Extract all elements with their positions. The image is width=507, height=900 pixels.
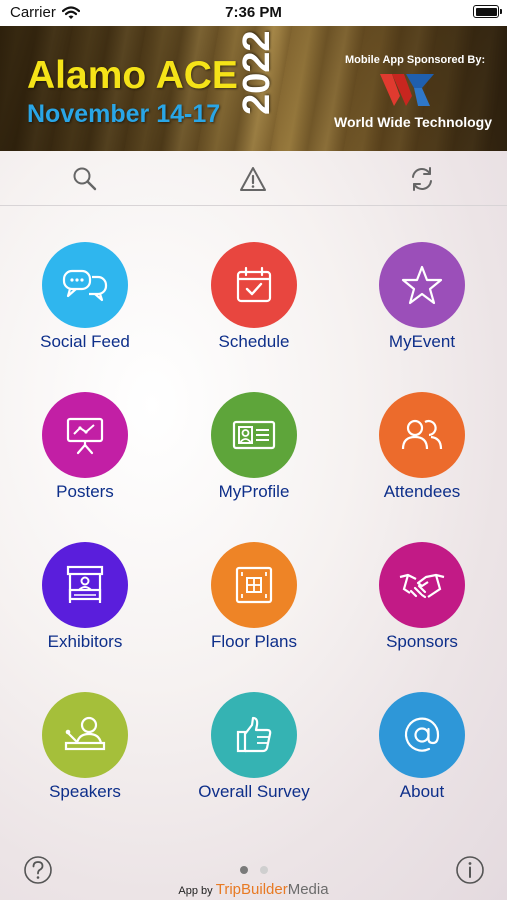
- menu-item-label: Sponsors: [386, 632, 458, 651]
- menu-item-label: Speakers: [49, 782, 121, 801]
- myprofile-circle[interactable]: [211, 392, 297, 478]
- thumbs-up-icon: [236, 716, 272, 753]
- menu-item-label: About: [399, 782, 445, 801]
- sponsors-circle[interactable]: [379, 542, 465, 628]
- menu-item-about[interactable]: About: [342, 692, 502, 812]
- menu-item-label: MyEvent: [388, 332, 456, 351]
- exhibit-booth-icon: [66, 565, 104, 603]
- speaker-podium-icon: [64, 716, 106, 751]
- menu-item-attendees[interactable]: Attendees: [342, 392, 502, 512]
- app-credit[interactable]: App by TripBuilderMedia: [0, 881, 507, 898]
- wwt-logo-icon: [380, 74, 434, 106]
- menu-item-label: Overall Survey: [198, 782, 310, 801]
- exhibitors-circle[interactable]: [42, 542, 128, 628]
- calendar-check-icon: [236, 266, 272, 303]
- at-sign-icon: [404, 717, 440, 752]
- toolbar: [0, 151, 507, 206]
- banner-year: 2022: [236, 30, 278, 115]
- chat-bubbles-icon: [62, 269, 108, 302]
- floor-plan-icon: [235, 566, 273, 604]
- menu-item-speakers[interactable]: Speakers: [5, 692, 165, 812]
- menu-item-myprofile[interactable]: MyProfile: [174, 392, 334, 512]
- menu-item-label: Attendees: [383, 482, 461, 501]
- sponsor-caption: Mobile App Sponsored By:: [345, 54, 486, 66]
- menu-item-floor-plans[interactable]: Floor Plans: [174, 542, 334, 662]
- menu-item-label: Schedule: [218, 332, 290, 351]
- menu-item-label: Exhibitors: [47, 632, 123, 651]
- menu-item-label: Social Feed: [40, 332, 130, 351]
- speakers-circle[interactable]: [42, 692, 128, 778]
- handshake-icon: [399, 573, 445, 599]
- star-icon: [401, 265, 443, 305]
- presentation-board-icon: [66, 417, 104, 455]
- social-feed-circle[interactable]: [42, 242, 128, 328]
- menu-item-social-feed[interactable]: Social Feed: [5, 242, 165, 362]
- event-banner: Alamo ACE November 14-17 2022 Mobile App…: [0, 26, 507, 151]
- page-indicator-dot[interactable]: [260, 866, 268, 874]
- id-card-icon: [232, 420, 276, 450]
- banner-title: Alamo ACE: [27, 54, 238, 97]
- menu-item-schedule[interactable]: Schedule: [174, 242, 334, 362]
- credit-brand-trip: TripBuilder: [215, 881, 288, 898]
- sponsor-name: World Wide Technology: [334, 114, 493, 130]
- menu-item-myevent[interactable]: MyEvent: [342, 242, 502, 362]
- attendees-circle[interactable]: [379, 392, 465, 478]
- menu-item-label: Floor Plans: [211, 632, 297, 651]
- warning-icon[interactable]: [239, 165, 267, 193]
- refresh-icon[interactable]: [408, 165, 436, 193]
- search-icon[interactable]: [71, 165, 99, 193]
- menu-item-overall-survey[interactable]: Overall Survey: [174, 692, 334, 812]
- schedule-circle[interactable]: [211, 242, 297, 328]
- overall-survey-circle[interactable]: [211, 692, 297, 778]
- people-icon: [401, 419, 443, 450]
- about-circle[interactable]: [379, 692, 465, 778]
- floor-plans-circle[interactable]: [211, 542, 297, 628]
- posters-circle[interactable]: [42, 392, 128, 478]
- page-indicator-dot-active[interactable]: [240, 866, 248, 874]
- credit-brand-media: Media: [287, 881, 329, 898]
- menu-item-sponsors[interactable]: Sponsors: [342, 542, 502, 662]
- credit-prefix: App by: [178, 885, 213, 897]
- menu-item-posters[interactable]: Posters: [5, 392, 165, 512]
- battery-icon: [473, 5, 502, 18]
- status-time: 7:36 PM: [225, 4, 282, 21]
- myevent-circle[interactable]: [379, 242, 465, 328]
- menu-item-label: MyProfile: [218, 482, 290, 501]
- menu-item-label: Posters: [56, 482, 114, 501]
- menu-item-exhibitors[interactable]: Exhibitors: [5, 542, 165, 662]
- banner-dates: November 14-17: [27, 100, 221, 128]
- status-bar: Carrier 7:36 PM: [0, 0, 507, 26]
